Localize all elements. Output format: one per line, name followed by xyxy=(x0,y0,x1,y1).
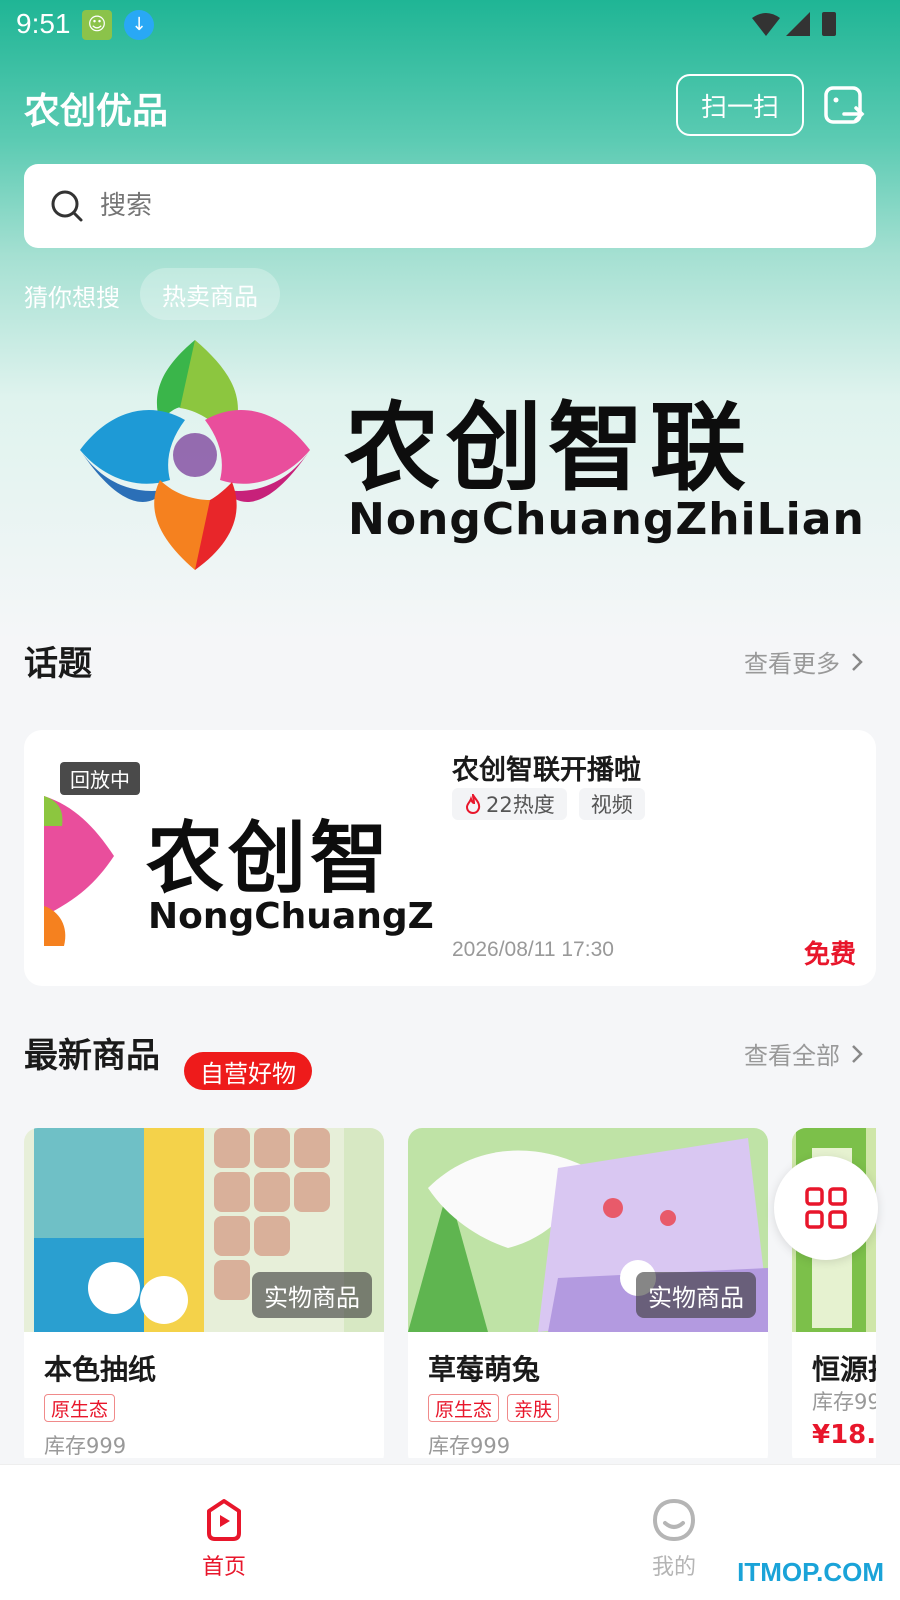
product-tags: 原生态 xyxy=(44,1394,116,1422)
self-operated-badge: 自营好物 xyxy=(184,1052,312,1090)
product-image: 实物商品 xyxy=(24,1128,384,1332)
heat-tag: 22热度 xyxy=(452,788,567,820)
app-title: 农创优品 xyxy=(24,91,169,132)
battery-icon xyxy=(822,12,836,36)
products-more-label: 查看全部 xyxy=(744,1042,840,1070)
product-stock: 库存99 xyxy=(812,1390,876,1414)
topics-more-label: 查看更多 xyxy=(744,650,840,678)
status-time: 9:51 xyxy=(16,8,71,39)
product-stock: 库存999 xyxy=(428,1434,511,1458)
guess-label: 猜你想搜 xyxy=(24,284,120,312)
guess-tag-hot[interactable]: 热卖商品 xyxy=(140,268,280,320)
product-tag: 原生态 xyxy=(428,1394,500,1422)
replay-badge: 回放中 xyxy=(60,762,140,795)
status-indicators xyxy=(750,10,840,42)
scan-button[interactable]: 扫一扫 xyxy=(676,74,804,136)
product-tags: 原生态 亲肤 xyxy=(428,1394,560,1422)
banner-title-en: NongChuangZhiLian xyxy=(348,494,865,545)
product-name: 草莓萌兔 xyxy=(428,1353,541,1386)
topic-card[interactable]: 农创智 NongChuangZ 回放中 农创智联开播啦 22热度 视频 2026… xyxy=(24,730,876,986)
product-card[interactable]: 实物商品 本色抽纸 原生态 库存999 xyxy=(24,1128,384,1458)
topic-title: 农创智联开播啦 xyxy=(452,755,641,786)
product-type-badge: 实物商品 xyxy=(636,1272,756,1318)
grid-icon xyxy=(805,1187,847,1229)
type-tag: 视频 xyxy=(578,788,645,820)
watermark: ITMOP.COM xyxy=(737,1557,884,1587)
heat-tag-label: 22热度 xyxy=(486,793,555,817)
products-section-title: 最新商品 xyxy=(24,1036,160,1076)
topics-section-title: 话题 xyxy=(24,644,92,684)
app-notification-icon: ☺ xyxy=(82,10,112,40)
home-play-icon xyxy=(207,1499,241,1541)
category-grid-button[interactable] xyxy=(774,1156,878,1260)
download-icon: ↓ xyxy=(124,10,154,40)
banner-title-cn: 农创智联 xyxy=(344,392,752,504)
product-tag: 亲肤 xyxy=(507,1394,560,1422)
wifi-icon xyxy=(752,13,780,36)
profile-icon xyxy=(652,1498,696,1542)
product-name: 恒源拍 xyxy=(812,1353,876,1386)
topic-price: 免费 xyxy=(803,940,856,970)
nav-home[interactable]: 首页 xyxy=(164,1497,284,1581)
product-tag: 原生态 xyxy=(44,1394,116,1422)
search-icon xyxy=(51,190,83,222)
topics-more-link[interactable]: 查看更多 xyxy=(744,644,864,679)
search-input[interactable] xyxy=(100,191,700,221)
product-card[interactable]: 实物商品 草莓萌兔 原生态 亲肤 库存999 xyxy=(408,1128,768,1458)
nav-home-label: 首页 xyxy=(201,1555,246,1580)
product-name: 本色抽纸 xyxy=(44,1353,157,1386)
message-icon[interactable] xyxy=(822,84,866,128)
thumb-title-cn: 农创智 xyxy=(146,814,393,904)
chevron-right-icon xyxy=(852,652,863,671)
product-list: 实物商品 本色抽纸 原生态 库存999 实物商品 草莓萌兔 原生态 亲肤 库存9… xyxy=(24,1128,876,1458)
product-type-badge: 实物商品 xyxy=(252,1272,372,1318)
fire-icon xyxy=(465,794,481,814)
product-stock: 库存999 xyxy=(44,1434,127,1458)
signal-icon xyxy=(786,12,810,36)
product-image: 实物商品 xyxy=(408,1128,768,1332)
topic-tags: 22热度 视频 xyxy=(452,788,645,820)
status-bar: 9:51 ☺ ↓ xyxy=(0,0,900,48)
topic-time: 2026/08/11 17:30 xyxy=(452,938,614,961)
nav-mine-label: 我的 xyxy=(651,1555,696,1580)
chevron-right-icon xyxy=(852,1044,863,1063)
search-bar[interactable] xyxy=(24,164,876,248)
product-price: ¥18.0 xyxy=(812,1420,876,1450)
products-more-link[interactable]: 查看全部 xyxy=(744,1036,864,1071)
thumb-title-en: NongChuangZ xyxy=(148,896,434,937)
nav-mine[interactable]: 我的 xyxy=(614,1497,734,1581)
